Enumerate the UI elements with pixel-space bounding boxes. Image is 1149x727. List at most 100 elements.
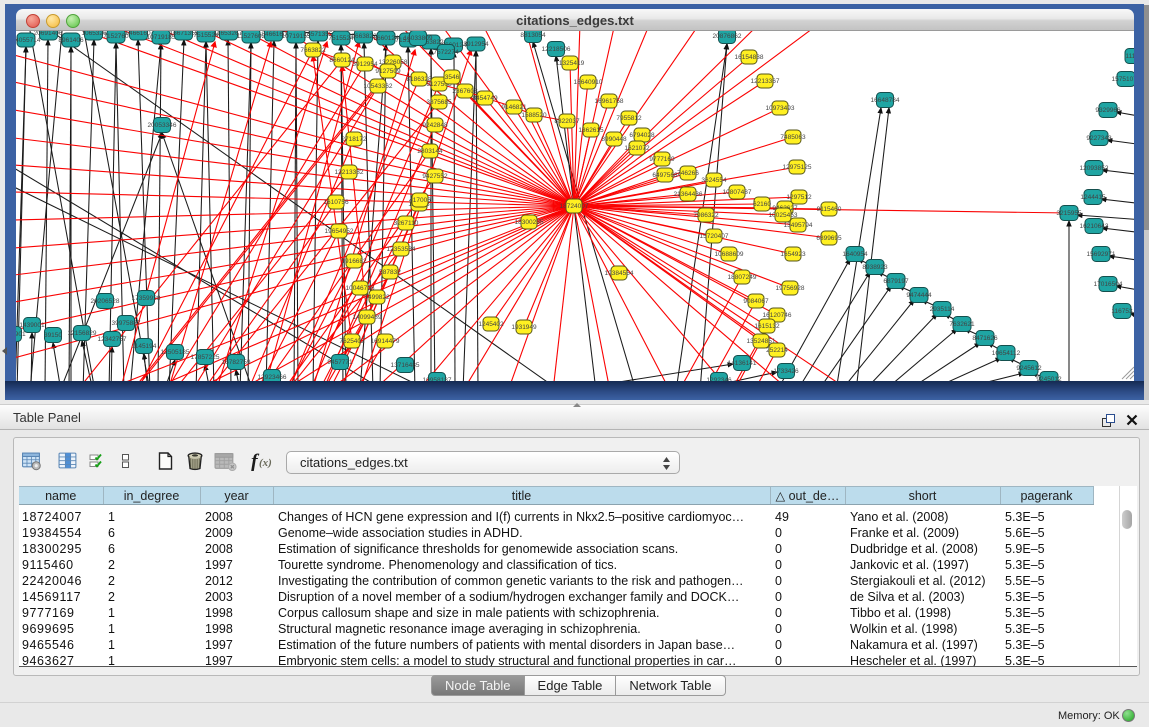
svg-text:18724007: 18724007: [560, 203, 589, 210]
svg-text:16154838: 16154838: [735, 54, 764, 61]
svg-text:20876862: 20876862: [713, 33, 742, 40]
svg-text:19384554: 19384554: [605, 270, 634, 277]
svg-text:9242848: 9242848: [422, 122, 448, 129]
svg-text:1615132: 1615132: [754, 323, 780, 330]
svg-text:12505185: 12505185: [161, 349, 190, 356]
svg-text:2367608: 2367608: [452, 88, 478, 95]
svg-text:18300295: 18300295: [515, 219, 544, 226]
svg-text:18640910: 18640910: [574, 79, 603, 86]
svg-text:7515524: 7515524: [328, 35, 354, 42]
svg-text:16033809: 16033809: [404, 35, 433, 42]
svg-text:(x): (x): [259, 457, 272, 469]
svg-text:7485063: 7485063: [780, 134, 806, 141]
svg-text:1610756: 1610756: [323, 199, 349, 206]
svg-text:62160: 62160: [753, 201, 771, 208]
svg-text:21364436: 21364436: [674, 191, 703, 198]
svg-text:9227343: 9227343: [1086, 135, 1112, 142]
svg-text:3624554: 3624554: [701, 177, 727, 184]
svg-text:9427552: 9427552: [422, 173, 448, 180]
svg-text:12975125: 12975125: [783, 164, 812, 171]
svg-text:10807487: 10807487: [723, 189, 752, 196]
svg-text:8322037: 8322037: [554, 118, 580, 125]
svg-text:1297512: 1297512: [786, 194, 812, 201]
svg-text:14055714: 14055714: [16, 37, 41, 44]
svg-text:8813054: 8813054: [520, 32, 546, 39]
svg-text:6497568: 6497568: [652, 172, 678, 179]
svg-text:12093852: 12093852: [1080, 165, 1109, 172]
svg-text:16648784: 16648784: [871, 97, 900, 104]
svg-text:1439001: 1439001: [19, 322, 45, 329]
svg-text:417006: 417006: [409, 197, 431, 204]
svg-text:7572274: 7572274: [433, 49, 459, 56]
svg-text:1362615: 1362615: [578, 127, 604, 134]
svg-text:15692971: 15692971: [1087, 251, 1116, 258]
svg-text:9245612: 9245612: [1016, 365, 1042, 372]
svg-text:12342757: 12342757: [98, 336, 127, 343]
svg-text:9457771: 9457771: [327, 359, 353, 366]
svg-text:14136141: 14136141: [728, 360, 757, 367]
svg-text:3546: 3546: [445, 74, 460, 81]
svg-text:15751074: 15751074: [1112, 76, 1134, 83]
svg-text:8660124: 8660124: [329, 57, 355, 64]
svg-text:1931949: 1931949: [511, 324, 537, 331]
svg-text:10688609: 10688609: [715, 251, 744, 258]
svg-text:3267110: 3267110: [394, 220, 419, 227]
svg-text:17016504: 17016504: [1094, 281, 1123, 288]
svg-text:12213367: 12213367: [751, 78, 780, 85]
svg-text:8938923: 8938923: [862, 264, 888, 271]
svg-text:19654952: 19654952: [325, 228, 354, 235]
svg-text:1621072: 1621072: [624, 145, 650, 152]
svg-text:1145194: 1145194: [132, 343, 157, 350]
svg-text:12213382: 12213382: [335, 169, 364, 176]
svg-text:9146821: 9146821: [501, 104, 527, 111]
svg-text:8471626: 8471626: [972, 335, 998, 342]
svg-text:12156829: 12156829: [68, 330, 97, 337]
svg-text:2935114: 2935114: [930, 306, 955, 313]
svg-text:8990448: 8990448: [601, 136, 627, 143]
svg-text:39975887: 39975887: [112, 320, 141, 327]
svg-text:6899695: 6899695: [816, 235, 842, 242]
svg-text:8961406: 8961406: [58, 37, 84, 44]
svg-text:746266: 746266: [677, 170, 699, 177]
svg-text:16782759: 16782759: [222, 359, 251, 366]
svg-text:10543362: 10543362: [364, 83, 393, 90]
svg-text:2718172: 2718172: [341, 136, 367, 143]
svg-text:16914479: 16914479: [371, 338, 400, 345]
svg-text:18807249: 18807249: [728, 274, 757, 281]
svg-text:116753: 116753: [1111, 308, 1133, 315]
svg-text:252214: 252214: [766, 347, 788, 354]
svg-text:9329966: 9329966: [1095, 107, 1121, 114]
svg-text:1245402: 1245402: [478, 321, 504, 328]
svg-text:19756928: 19756928: [776, 285, 805, 292]
svg-text:10973493: 10973493: [766, 105, 795, 112]
svg-text:9777169: 9777169: [649, 156, 675, 163]
svg-text:9115460: 9115460: [817, 206, 842, 213]
svg-text:1916682: 1916682: [341, 258, 367, 265]
svg-text:9474444: 9474444: [906, 292, 932, 299]
svg-text:12353584: 12353584: [387, 246, 416, 253]
svg-text:17857225: 17857225: [191, 354, 220, 361]
svg-text:9084067: 9084067: [743, 298, 769, 305]
svg-text:3912954: 3912954: [352, 61, 378, 68]
svg-text:1654923: 1654923: [780, 251, 806, 258]
svg-text:14099489: 14099489: [353, 314, 382, 321]
svg-text:13495794: 13495794: [784, 222, 813, 229]
svg-text:7955812: 7955812: [616, 115, 642, 122]
svg-text:3875685: 3875685: [426, 99, 452, 106]
svg-text:3912954: 3912954: [463, 41, 489, 48]
svg-text:12923466: 12923466: [258, 374, 287, 381]
svg-text:16961758: 16961758: [595, 98, 624, 105]
svg-text:9133901: 9133901: [16, 331, 26, 338]
svg-text:1733426: 1733426: [773, 368, 799, 375]
svg-text:1640954: 1640954: [842, 251, 868, 258]
svg-text:2803144: 2803144: [417, 148, 443, 155]
svg-text:7986322: 7986322: [693, 212, 719, 219]
svg-text:39150: 39150: [44, 332, 62, 339]
svg-text:20053346: 20053346: [148, 122, 177, 129]
svg-text:1588520: 1588520: [521, 112, 547, 119]
svg-text:15720407: 15720407: [700, 233, 729, 240]
svg-text:3215955: 3215955: [1056, 210, 1082, 217]
svg-text:1244415: 1244415: [1080, 194, 1106, 201]
svg-text:587832: 587832: [379, 269, 401, 276]
svg-text:16210643: 16210643: [1080, 223, 1109, 230]
